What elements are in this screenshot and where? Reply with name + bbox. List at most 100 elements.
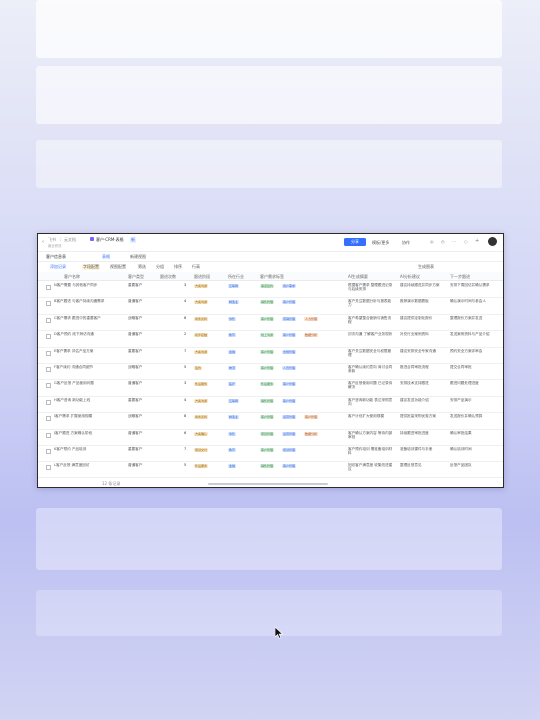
need-tag-2[interactable]: 运营管理 (282, 415, 297, 420)
group-button[interactable]: 分组 (156, 264, 164, 270)
industry-tag[interactable]: 教育 (228, 333, 237, 338)
need-tag-3[interactable]: 客户管理 (304, 415, 319, 420)
need-tag-1[interactable]: 客户管理 (260, 448, 275, 452)
need-tag-2[interactable]: 营销管理 (282, 316, 297, 321)
field-config-button[interactable]: 字段配置 (82, 264, 100, 270)
industry-tag[interactable]: 金融 (228, 464, 237, 469)
need-tag-2[interactable]: 用户需求 (282, 284, 297, 288)
row-checkbox[interactable] (46, 399, 51, 405)
industry-tag[interactable]: 零售 (228, 431, 237, 436)
need-tag-3[interactable]: 人力管理 (304, 316, 319, 321)
need-tag-1[interactable]: 售后服务 (260, 382, 275, 387)
need-tag-2[interactable]: 人员管理 (282, 366, 297, 370)
col-header-stage[interactable]: 跟进阶段 (194, 274, 210, 280)
col-header-next[interactable]: 下一步跟进 (450, 274, 470, 280)
row-height-button[interactable]: 行高 (192, 264, 200, 270)
row-checkbox[interactable] (46, 350, 51, 356)
need-tag-2[interactable]: 运营管理 (282, 431, 297, 436)
share-button[interactable]: 分享 (344, 238, 366, 246)
breadcrumb-folder[interactable]: 云文档 (64, 237, 76, 243)
table-row[interactable]: H客户咨询 新功能上线 重要客户 4 方案沟通 互联网 销售管理 客户管理 客户咨询新功能 表… (38, 396, 503, 414)
need-tag-1[interactable]: 客户管理 (260, 349, 275, 354)
bell-icon[interactable]: ◎ (430, 239, 434, 244)
need-tag-1[interactable]: 线上沟通 (260, 333, 275, 338)
need-tag-1[interactable]: 项目管理 (260, 431, 275, 436)
stage-tag[interactable]: 方案沟通 (194, 398, 209, 403)
avatar[interactable] (488, 237, 497, 246)
table-row[interactable]: D客户预约 线下拜访沟通 普通客户 2 初步接触 教育 线上沟通 客户管理 数据分析 初次沟通 … (38, 330, 503, 348)
doc-title[interactable]: 客户·CRM·表格 (96, 237, 124, 243)
table-row[interactable]: F客户续约 沟通合同细节 战略客户 5 签约 物流 客户管理 人员管理 客户确认续约意向 商讨… (38, 363, 503, 381)
back-icon[interactable]: ‹ (42, 239, 44, 245)
need-tag-1[interactable]: 渠道签约 (260, 284, 275, 288)
need-tag-2[interactable]: 培训管理 (282, 448, 297, 452)
col-header-industry[interactable]: 所在行业 (228, 274, 244, 280)
stage-tag[interactable]: 初步接触 (194, 333, 209, 338)
need-tag-2[interactable]: 客户管理 (282, 464, 297, 469)
need-tag-1[interactable]: 客户管理 (260, 316, 275, 321)
row-checkbox[interactable] (46, 285, 51, 290)
table-row[interactable]: G客户反馈 产品使用问题 普通客户 3 售后服务 医疗 售后服务 客户管理 客户反馈使用问题 … (38, 379, 503, 397)
col-header-name[interactable]: 客户名称 (64, 274, 80, 280)
need-tag-1[interactable]: 销售管理 (260, 300, 275, 305)
stage-tag[interactable]: 方案沟通 (194, 349, 209, 354)
need-tag-2[interactable]: 合规管理 (282, 349, 297, 354)
stage-tag[interactable]: 签约 (194, 366, 203, 370)
stage-tag[interactable]: 培训交付 (194, 448, 209, 452)
stage-tag[interactable]: 方案沟通 (194, 300, 209, 305)
industry-tag[interactable]: 医疗 (228, 382, 237, 387)
stage-tag[interactable]: 售后服务 (194, 464, 209, 469)
stage-tag[interactable]: 商务谈判 (194, 316, 209, 321)
table-row[interactable]: E客户需求 评估产品方案 重要客户 7 方案沟通 金融 客户管理 合规管理 客户关注数据安全与… (38, 347, 503, 364)
table-row[interactable]: K客户预约 产品培训 重要客户 7 培训交付 教育 客户管理 培训管理 客户预约培训 需准备培… (38, 445, 503, 463)
row-checkbox[interactable] (46, 465, 51, 471)
clock-icon[interactable]: ◷ (441, 239, 445, 244)
col-header-tags[interactable]: 客户需求标签 (260, 274, 284, 280)
tab-table[interactable]: 表格 (102, 254, 110, 260)
table-row[interactable]: C客户需求 跟进中的重要客户 战略客户 6 商务谈判 零售 客户管理 营销管理 人力管理 客户希… (38, 314, 503, 332)
industry-tag[interactable]: 教育 (228, 448, 237, 452)
chart-button[interactable]: 生成图表 (418, 264, 434, 270)
need-tag-1[interactable]: 客户管理 (260, 366, 275, 370)
industry-tag[interactable]: 金融 (228, 349, 237, 354)
need-tag-1[interactable]: 客户管理 (260, 415, 275, 420)
add-icon[interactable]: + (475, 238, 479, 244)
row-checkbox[interactable] (46, 383, 51, 389)
stage-tag[interactable]: 商务谈判 (194, 415, 209, 420)
need-tag-1[interactable]: 销售管理 (260, 398, 275, 403)
stage-tag[interactable]: 方案沟通 (194, 284, 209, 288)
add-record-button[interactable]: 添加记录 (50, 264, 66, 270)
filter-button[interactable]: 筛选 (138, 264, 146, 270)
need-tag-2[interactable]: 客户管理 (282, 333, 297, 338)
row-checkbox[interactable] (46, 416, 51, 422)
industry-tag[interactable]: 制造业 (228, 300, 240, 305)
stage-tag[interactable]: 售后服务 (194, 382, 209, 387)
industry-tag[interactable]: 互联网 (228, 398, 240, 403)
col-header-advice[interactable]: AI分析建议 (400, 274, 420, 280)
col-header-summary[interactable]: AI生成摘要 (348, 274, 368, 280)
tab-customer-table[interactable]: 客户信息表 (46, 254, 66, 260)
template-button[interactable]: 模板/更多 (372, 240, 389, 246)
more-icon[interactable]: ⋯ (452, 239, 456, 244)
sort-button[interactable]: 排序 (174, 264, 182, 270)
need-tag-2[interactable]: 客户管理 (282, 300, 297, 305)
need-tag-2[interactable]: 客户管理 (282, 382, 297, 387)
table-row[interactable]: J客户跟进 方案确认阶段 普通客户 6 方案确认 零售 项目管理 运营管理 数据分析 客户确认方… (38, 429, 503, 446)
h-scrollbar[interactable] (208, 483, 328, 485)
view-config-button[interactable]: 视图配置 (110, 264, 126, 270)
col-header-count[interactable]: 跟进次数 (160, 274, 176, 280)
row-checkbox[interactable] (46, 432, 51, 438)
row-checkbox[interactable] (46, 367, 51, 372)
row-checkbox[interactable] (46, 301, 51, 307)
stage-tag[interactable]: 方案确认 (194, 431, 209, 436)
need-tag-2[interactable]: 客户管理 (282, 398, 297, 403)
industry-tag[interactable]: 物流 (228, 366, 237, 370)
collab-button[interactable]: 协作 (402, 240, 410, 246)
row-checkbox[interactable] (46, 334, 51, 340)
row-checkbox[interactable] (46, 449, 51, 454)
row-checkbox[interactable] (46, 317, 51, 323)
tab-new-view[interactable]: 新建视图 (130, 254, 146, 260)
industry-tag[interactable]: 零售 (228, 316, 237, 321)
need-tag-3[interactable]: 数据分析 (304, 333, 319, 338)
table-row[interactable]: I客户需求 扩展使用规模 战略客户 8 商务谈判 制造业 客户管理 运营管理 客户管理 客户计划… (38, 412, 503, 430)
